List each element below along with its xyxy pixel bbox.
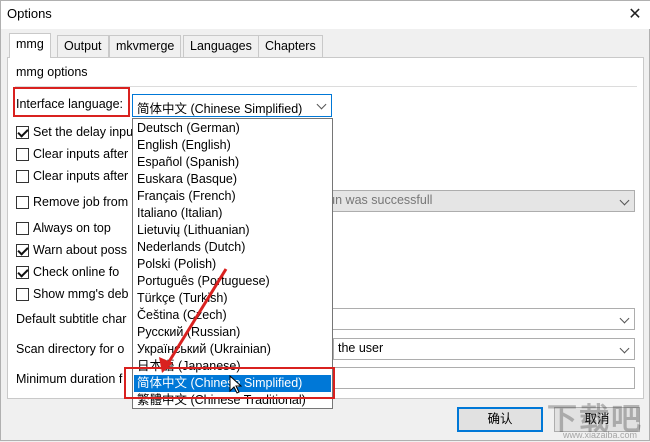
language-option[interactable]: 日本語 (Japanese) xyxy=(134,358,331,375)
language-dropdown-list[interactable]: Deutsch (German) English (English) Españ… xyxy=(132,118,333,409)
checkbox-box[interactable] xyxy=(16,265,29,279)
language-option[interactable]: Euskara (Basque) xyxy=(134,171,331,188)
tab-label: Chapters xyxy=(265,39,316,53)
checkbox-show-debug[interactable]: Show mmg's deb xyxy=(16,286,128,302)
checkbox-set-delay[interactable]: Set the delay input xyxy=(16,124,137,140)
checkbox-label: Clear inputs after xyxy=(33,147,129,161)
language-option[interactable]: English (English) xyxy=(134,137,331,154)
tab-label: mkvmerge xyxy=(116,39,175,53)
checkbox-label: Set the delay input xyxy=(33,125,137,139)
checkbox-label: Warn about poss xyxy=(33,243,128,257)
chevron-down-icon xyxy=(619,343,630,354)
checkbox-remove-job[interactable]: Remove job from xyxy=(16,194,128,210)
language-option[interactable]: Español (Spanish) xyxy=(134,154,331,171)
checkbox-clear-inputs-2[interactable]: Clear inputs after xyxy=(16,168,128,184)
checkbox-box[interactable] xyxy=(16,243,29,257)
checkbox-label: Show mmg's deb xyxy=(33,287,129,301)
checkbox-label: Check online fo xyxy=(33,265,120,279)
tab-mmg[interactable]: mmg xyxy=(9,33,51,58)
language-option[interactable]: Nederlands (Dutch) xyxy=(134,239,331,256)
checkbox-label: Clear inputs after xyxy=(33,169,129,183)
checkbox-always-on-top[interactable]: Always on top xyxy=(16,220,111,236)
scan-directory-label: Scan directory for o xyxy=(16,342,125,356)
tab-output[interactable]: Output xyxy=(57,35,109,57)
tab-label: mmg xyxy=(16,37,44,51)
tab-label: Languages xyxy=(190,39,252,53)
checkbox-clear-inputs-1[interactable]: Clear inputs after xyxy=(16,146,128,162)
default-subtitle-label: Default subtitle char xyxy=(16,312,127,326)
scan-directory-select[interactable]: the user xyxy=(333,338,635,360)
checkbox-box[interactable] xyxy=(16,169,29,183)
language-option[interactable]: Lietuvių (Lithuanian) xyxy=(134,222,331,239)
chevron-down-icon xyxy=(619,313,630,324)
ok-button[interactable]: 确认 xyxy=(457,407,543,432)
mouse-cursor-icon xyxy=(229,375,243,394)
minimum-duration-label: Minimum duration f xyxy=(16,372,123,386)
tab-mkvmerge[interactable]: mkvmerge xyxy=(109,35,182,57)
checkbox-box[interactable] xyxy=(16,221,29,235)
title-bar: Options ✕ xyxy=(1,1,650,29)
chevron-down-icon xyxy=(316,99,327,110)
ok-button-label: 确认 xyxy=(487,412,513,426)
checkbox-box[interactable] xyxy=(16,147,29,161)
scan-directory-value: the user xyxy=(338,341,384,355)
window-title: Options xyxy=(7,6,52,21)
language-option[interactable]: Français (French) xyxy=(134,188,331,205)
tab-label: Output xyxy=(64,39,102,53)
interface-language-select[interactable]: 简体中文 (Chinese Simplified) xyxy=(132,94,332,117)
remove-job-select-value: run was successfull xyxy=(324,193,433,207)
language-option[interactable]: Український (Ukrainian) xyxy=(134,341,331,358)
language-option[interactable]: Türkçe (Turkish) xyxy=(134,290,331,307)
default-subtitle-select[interactable] xyxy=(319,308,635,330)
checkbox-label: Remove job from xyxy=(33,195,129,209)
chevron-down-icon xyxy=(619,195,630,206)
section-divider xyxy=(15,86,637,87)
checkbox-box[interactable] xyxy=(16,195,29,209)
remove-job-select: run was successfull xyxy=(319,190,635,212)
interface-language-label: Interface language: xyxy=(16,97,124,111)
language-option[interactable]: Polski (Polish) xyxy=(134,256,331,273)
watermark-url: www.xiazaiba.com xyxy=(562,430,637,440)
section-title: mmg options xyxy=(16,65,88,79)
language-option[interactable]: Italiano (Italian) xyxy=(134,205,331,222)
checkbox-warn-about[interactable]: Warn about poss xyxy=(16,242,127,258)
language-option[interactable]: Português (Portuguese) xyxy=(134,273,331,290)
tab-languages[interactable]: Languages xyxy=(183,35,259,57)
language-option[interactable]: Čeština (Czech) xyxy=(134,307,331,324)
checkbox-box[interactable] xyxy=(16,287,29,301)
tab-chapters[interactable]: Chapters xyxy=(258,35,323,57)
checkbox-label: Always on top xyxy=(33,221,111,235)
options-window: Options ✕ mmg Output mkvmerge Languages … xyxy=(0,0,650,441)
close-icon[interactable]: ✕ xyxy=(625,5,645,25)
language-option[interactable]: Deutsch (German) xyxy=(134,120,331,137)
checkbox-check-online[interactable]: Check online fo xyxy=(16,264,119,280)
minimum-duration-input[interactable] xyxy=(333,367,635,389)
checkbox-box[interactable] xyxy=(16,125,29,139)
interface-language-value: 简体中文 (Chinese Simplified) xyxy=(137,102,303,116)
language-option[interactable]: Русский (Russian) xyxy=(134,324,331,341)
